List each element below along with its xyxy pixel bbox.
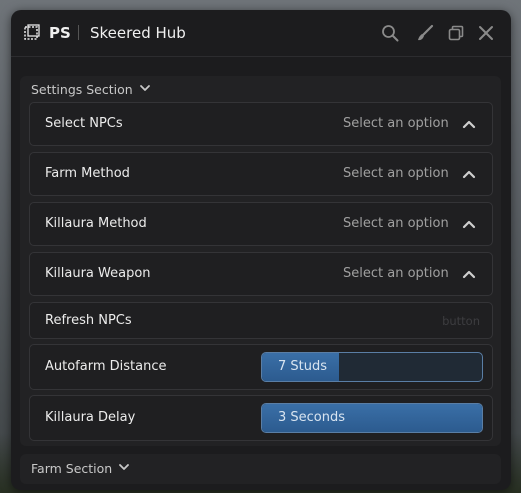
refresh-npcs-button[interactable]: Refresh NPCs button: [29, 302, 493, 339]
dropdown-value: Select an option: [343, 266, 449, 281]
search-icon[interactable]: [381, 24, 399, 42]
titlebar-divider: [11, 56, 511, 57]
autofarm-distance-slider[interactable]: 7 Studs: [261, 352, 483, 382]
window-title: Skeered Hub: [90, 24, 186, 42]
dropdown-value: Select an option: [343, 166, 449, 181]
chevron-up-icon: [462, 267, 476, 281]
dropdown-killaura-method[interactable]: Killaura Method Select an option: [29, 202, 493, 246]
dropdown-farm-method[interactable]: Farm Method Select an option: [29, 152, 493, 196]
title-separator: [78, 25, 79, 40]
farm-section-header[interactable]: Farm Section: [31, 461, 130, 476]
brush-icon[interactable]: [416, 24, 434, 42]
slider-row-autofarm-distance: Autofarm Distance 7 Studs: [29, 344, 493, 390]
dropdown-label: Killaura Weapon: [45, 266, 151, 281]
chevron-up-icon: [462, 167, 476, 181]
chevron-up-icon: [462, 217, 476, 231]
titlebar: PS Skeered Hub: [11, 10, 511, 56]
button-label: Refresh NPCs: [45, 313, 132, 328]
window-stack-icon[interactable]: [447, 24, 465, 42]
chevron-down-icon: [139, 82, 151, 97]
slider-value: 3 Seconds: [278, 410, 346, 425]
dropdown-value: Select an option: [343, 116, 449, 131]
button-hint: button: [442, 314, 480, 328]
close-icon[interactable]: [477, 24, 495, 42]
dropdown-label: Killaura Method: [45, 216, 147, 231]
hub-window: PS Skeered Hub Settings Section Select N…: [11, 10, 511, 490]
slider-label: Killaura Delay: [45, 410, 136, 425]
dropdown-select-npcs[interactable]: Select NPCs Select an option: [29, 102, 493, 146]
dropdown-value: Select an option: [343, 216, 449, 231]
app-short-name: PS: [49, 24, 71, 42]
slider-label: Autofarm Distance: [45, 359, 167, 374]
farm-section-label: Farm Section: [31, 461, 113, 476]
slider-value: 7 Studs: [278, 359, 328, 374]
dropdown-label: Select NPCs: [45, 116, 123, 131]
chevron-up-icon: [462, 117, 476, 131]
farm-section: Farm Section: [20, 454, 501, 484]
logo-icon: [24, 24, 40, 40]
settings-section-label: Settings Section: [31, 82, 133, 97]
settings-section-header[interactable]: Settings Section: [31, 82, 151, 97]
chevron-down-icon: [118, 461, 130, 476]
killaura-delay-slider[interactable]: 3 Seconds: [261, 403, 483, 433]
dropdown-label: Farm Method: [45, 166, 130, 181]
dropdown-killaura-weapon[interactable]: Killaura Weapon Select an option: [29, 252, 493, 296]
slider-row-killaura-delay: Killaura Delay 3 Seconds: [29, 395, 493, 441]
